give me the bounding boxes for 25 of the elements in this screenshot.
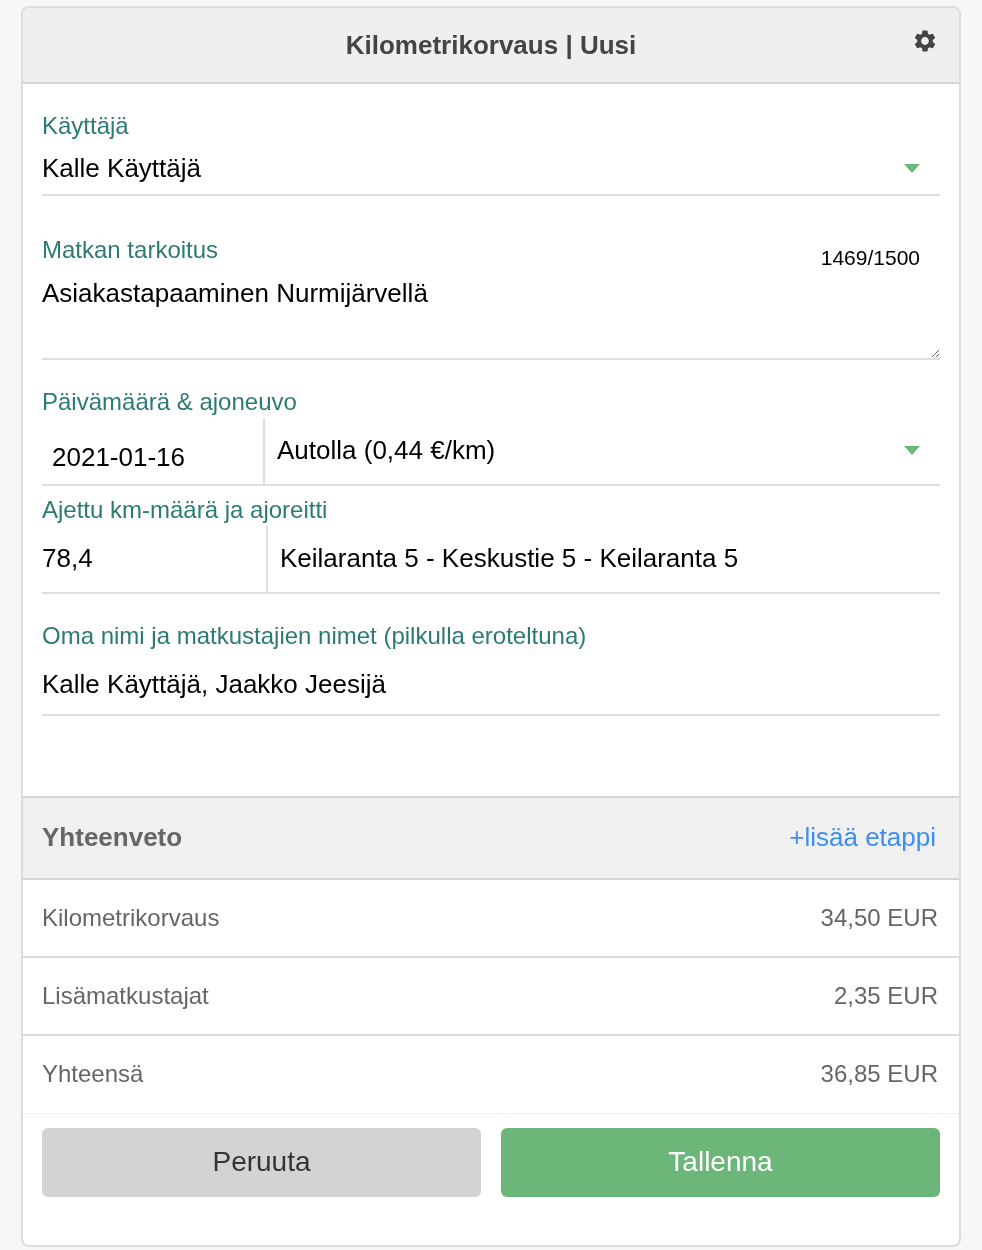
summary-amount: 36,85 EUR <box>820 1059 938 1089</box>
caret-icon <box>904 446 920 455</box>
settings-icon[interactable] <box>912 28 938 54</box>
character-counter: 1469/1500 <box>820 245 920 271</box>
user-select[interactable]: Kalle Käyttäjä <box>42 142 940 196</box>
field-label: Käyttäjä <box>42 111 129 141</box>
summary-amount: 34,50 EUR <box>820 902 938 933</box>
travellers-field[interactable]: Kalle Käyttäjä, Jaakko Jeesijä <box>42 651 940 716</box>
vehicle-select[interactable]: Autolla (0,44 €/km) <box>265 417 940 484</box>
purpose-textarea[interactable]: Asiakastapaaminen Nurmijärvellä <box>42 273 940 360</box>
distance-field[interactable]: 78,4 <box>42 525 268 592</box>
field-label: Päivämäärä & ajoneuvo <box>42 386 297 417</box>
section-title: Yhteenveto <box>42 821 183 854</box>
route-field[interactable]: Keilaranta 5 - Keskustie 5 - Keilaranta 5 <box>268 525 940 592</box>
date-field[interactable]: 2021-01-16 <box>42 417 265 484</box>
summary-label: Yhteensä <box>42 1059 144 1089</box>
window-title: Kilometrikorvaus | Uusi <box>345 28 637 62</box>
field-label: Ajettu km-määrä ja ajoreitti <box>42 494 328 525</box>
summary-label: Lisämatkustajat <box>42 980 209 1011</box>
summary-label: Kilometrikorvaus <box>42 902 220 933</box>
caret-icon <box>904 163 920 173</box>
cancel-button[interactable]: Peruuta <box>42 1127 481 1197</box>
field-label: Matkan tarkoitus <box>42 235 219 265</box>
field-label: Oma nimi ja matkustajien nimet (pilkulla eroteltuna) <box>42 620 587 651</box>
summary-amount: 2,35 EUR <box>833 980 938 1011</box>
